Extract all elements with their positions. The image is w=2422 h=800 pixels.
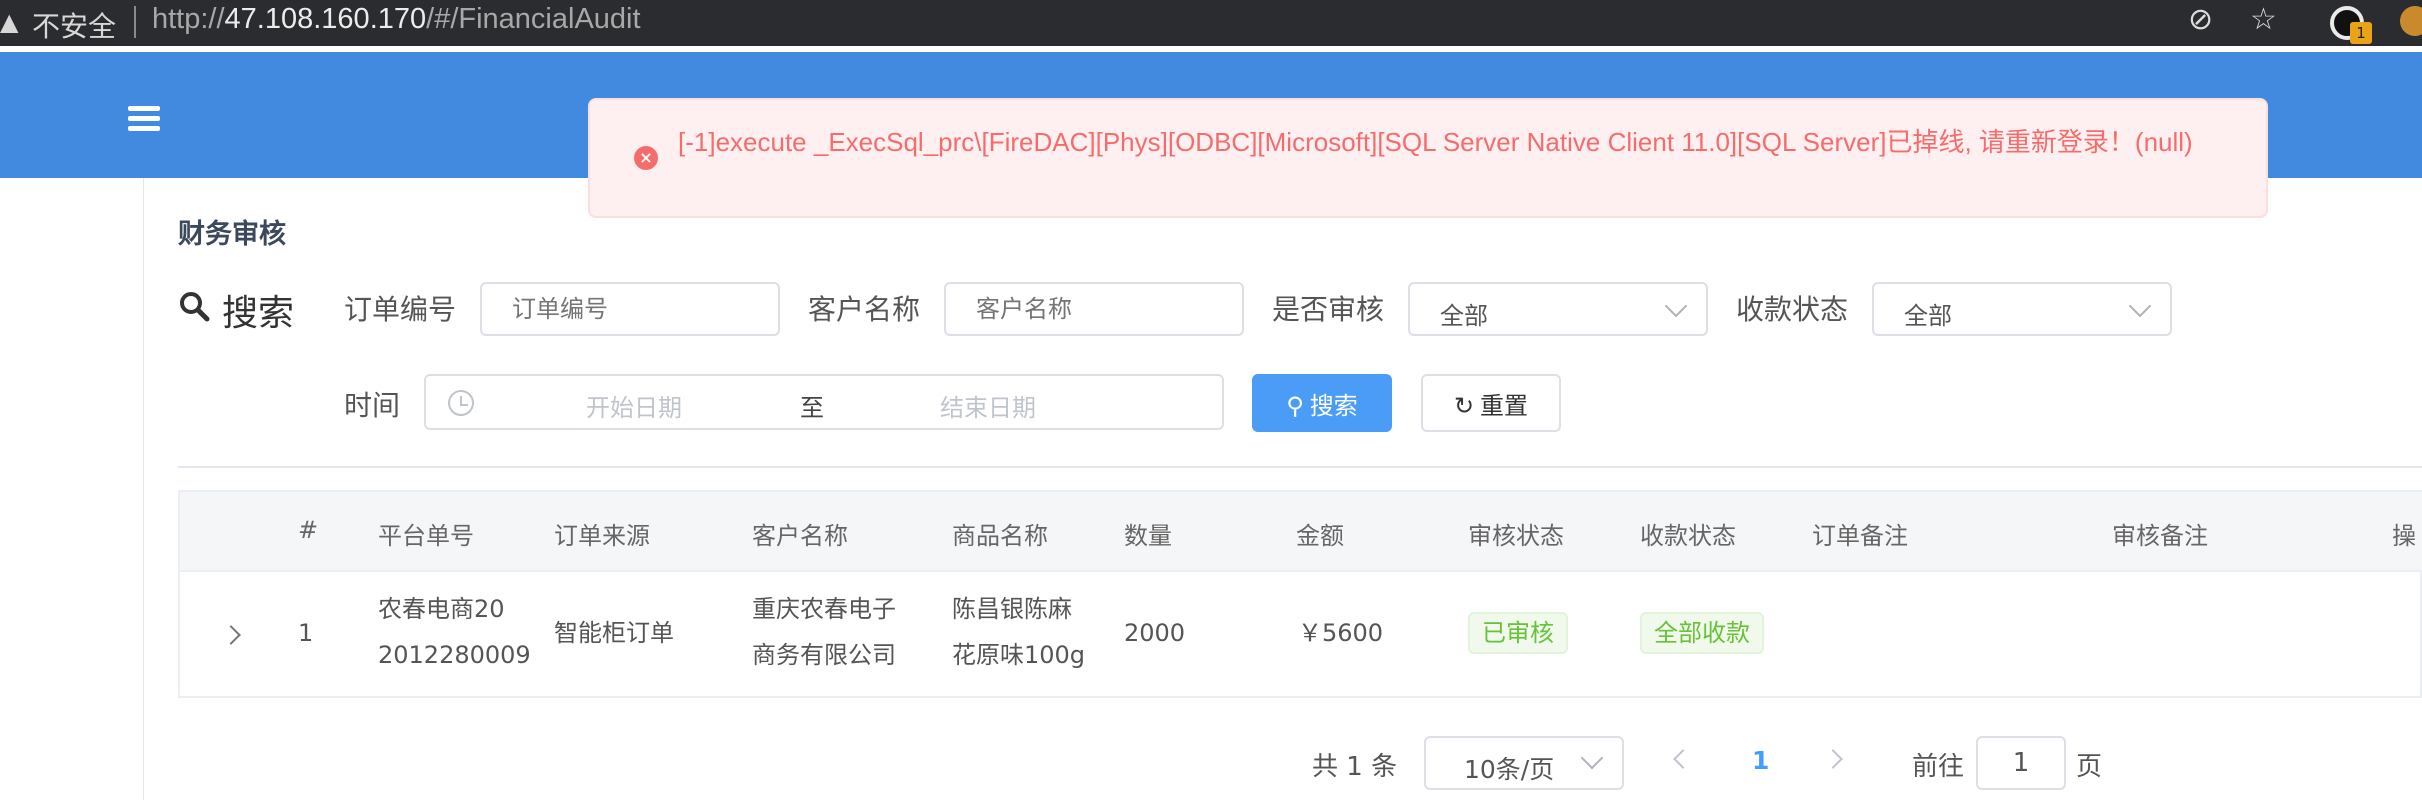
goto-page-input[interactable] [1976,736,2066,790]
insecure-label[interactable]: 不安全 [32,5,116,45]
column-header: 金额 [1296,522,1344,550]
column-header: 订单备注 [1812,522,1908,550]
reset-button-label: 重置 [1480,391,1529,420]
column-header: 平台单号 [378,522,474,550]
column-header: 审核状态 [1468,522,1564,550]
extension-icon-2[interactable] [2400,6,2422,36]
star-icon[interactable]: ☆ [2250,2,2277,37]
end-date-input[interactable]: 结束日期 [940,388,1036,423]
payment-status-badge: 全部收款 [1640,612,1764,654]
goto-label: 前往 [1912,752,1965,782]
audit-status-badge: 已审核 [1468,612,1568,654]
page-suffix-label: 页 [2076,752,2103,782]
audited-label: 是否审核 [1272,293,1385,326]
column-header: # [298,516,319,544]
table-header: # 平台单号 订单来源 客户名称 商品名称 数量 金额 审核状态 收款状态 订单… [180,492,2422,572]
url-scheme: http:// [152,3,225,35]
url-host: 47.108.160.170 [224,3,427,35]
divider [178,466,2422,468]
order-source: 智能柜订单 [554,619,674,647]
expand-row-icon[interactable] [221,625,241,645]
pagination-total: 共 1 条 [1312,752,1398,782]
search-button[interactable]: ⚲ 搜索 [1252,374,1392,432]
menu-icon[interactable] [128,106,160,132]
clock-icon [448,390,474,416]
range-separator: 至 [800,394,824,422]
row-index: 1 [298,619,314,647]
date-range-picker[interactable]: 开始日期 至 结束日期 [424,374,1224,430]
reset-button[interactable]: ↻ 重置 [1421,374,1561,432]
payment-select[interactable]: 全部 [1872,282,2172,336]
page-number-current[interactable]: 1 [1752,746,1769,775]
search-button-label: 搜索 [1309,391,1358,420]
product-name: 陈昌银陈麻 花原味100g [952,595,1086,669]
column-header: 数量 [1124,522,1172,550]
address-separator [134,6,136,38]
column-header: 审核备注 [2112,522,2208,550]
page-size-select[interactable]: 10条/页 [1424,736,1624,790]
column-header: 收款状态 [1640,522,1736,550]
customer-input[interactable] [944,282,1244,336]
content-panel [143,178,2422,800]
chevron-down-icon [1664,294,1688,318]
search-icon: ⚲ [1286,391,1304,420]
audited-select-value: 全部 [1440,302,1488,330]
chevron-down-icon [1580,746,1604,770]
search-icon [180,292,210,322]
payment-label: 收款状态 [1736,293,1849,326]
eye-slash-icon[interactable]: ⊘ [2188,2,2213,37]
error-icon: × [634,146,658,170]
order-no-label: 订单编号 [344,293,457,326]
customer-label: 客户名称 [808,293,921,326]
error-toast: × [-1]execute _ExecSql_prc\[FireDAC][Phy… [588,98,2268,218]
audited-select[interactable]: 全部 [1408,282,1708,336]
extension-badge: 1 [2350,22,2372,44]
page-size-value: 10条/页 [1464,755,1555,784]
audit-table: # 平台单号 订单来源 客户名称 商品名称 数量 金额 审核状态 收款状态 订单… [178,490,2422,698]
quantity: 2000 [1124,619,1186,647]
url-path: /#/FinancialAudit [426,3,641,35]
search-heading: 搜索 [222,293,295,334]
error-message: [-1]execute _ExecSql_prc\[FireDAC][Phys]… [678,127,2193,157]
column-header: 操 [2392,522,2416,550]
start-date-input[interactable]: 开始日期 [586,388,682,423]
column-header: 客户名称 [752,522,848,550]
platform-order-no: 农春电商20 2012280009 [378,595,531,669]
refresh-icon: ↻ [1453,391,1475,420]
time-label: 时间 [344,389,401,422]
page-title: 财务审核 [178,219,286,250]
column-header: 商品名称 [952,522,1048,550]
chevron-down-icon [2128,294,2152,318]
amount: ￥5600 [1298,619,1384,647]
customer-name: 重庆农春电子 商务有限公司 [752,595,896,669]
column-header: 订单来源 [554,522,650,550]
url-field[interactable]: http://47.108.160.170/#/FinancialAudit [152,3,641,36]
warning-icon: ▲ [0,8,19,36]
payment-select-value: 全部 [1904,302,1952,330]
order-no-input[interactable] [480,282,780,336]
browser-address-bar: ▲ 不安全 http://47.108.160.170/#/FinancialA… [0,0,2422,46]
